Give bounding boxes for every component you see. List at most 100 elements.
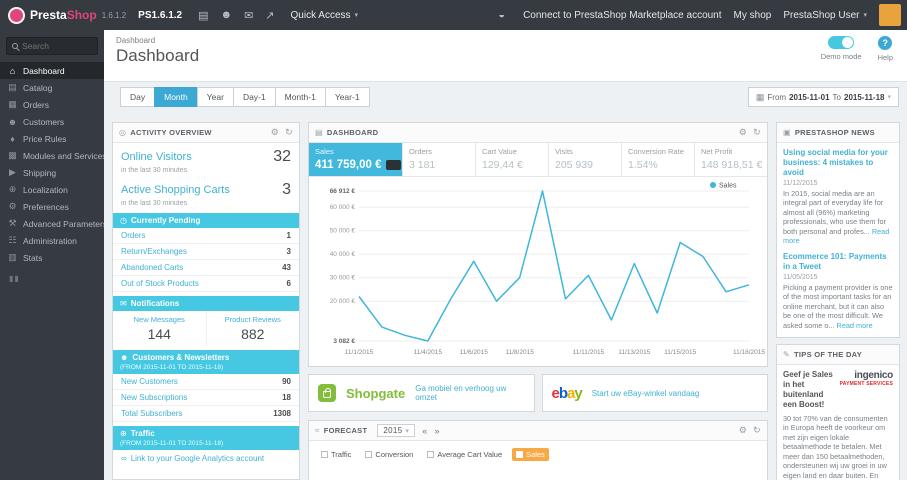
- dashboard-icon: ▤: [315, 128, 323, 137]
- active-carts-link[interactable]: Active Shopping Carts: [121, 184, 230, 196]
- active-carts-stat: Active Shopping Carts 3 in the last 30 m…: [113, 176, 299, 209]
- sidebar-item-stats[interactable]: ▥ Stats: [0, 249, 104, 266]
- range-month-button[interactable]: Month: [154, 87, 198, 107]
- sidebar-item-catalog[interactable]: ▤ Catalog: [0, 79, 104, 96]
- panel-title: ACTIVITY OVERVIEW: [130, 128, 212, 137]
- sidebar-item-administration[interactable]: ☷ Administration: [0, 232, 104, 249]
- find-more-news-link[interactable]: Find more news: [783, 336, 893, 337]
- svg-text:3 082 €: 3 082 €: [333, 338, 355, 345]
- quick-access-menu[interactable]: Quick Access ▾: [291, 10, 359, 21]
- panel-title: TIPS OF THE DAY: [794, 350, 862, 359]
- kpi-orders[interactable]: Orders 3 181: [403, 143, 476, 176]
- sidebar-item-shipping[interactable]: ▶ Shipping: [0, 164, 104, 181]
- user-icon[interactable]: ☻: [221, 9, 233, 21]
- date-range-picker[interactable]: ▦ From 2015-11-01 To 2015-11-18 ▾: [747, 87, 899, 107]
- sidebar-item-customers[interactable]: ☻ Customers: [0, 113, 104, 130]
- sidebar-item-localization[interactable]: ⊕ Localization: [0, 181, 104, 198]
- legend-conversion[interactable]: Conversion: [361, 448, 417, 461]
- product-reviews-link[interactable]: Product Reviews: [209, 315, 298, 324]
- sales-line-chart: 66 912 € 60 000 € 50 000 € 40 000 € 30 000 €…: [330, 182, 765, 356]
- sidebar-item-label: Catalog: [23, 82, 53, 93]
- ebay-ad-card[interactable]: ebay Start uw eBay-winkel vandaag: [541, 374, 768, 412]
- user-menu[interactable]: PrestaShop User ▾: [783, 10, 867, 21]
- panel-title: PRESTASHOP NEWS: [794, 128, 875, 137]
- checkbox-icon: [365, 451, 373, 458]
- shopgate-ad-card[interactable]: Shopgate Ga mobiel en verhoog uw omzet: [308, 374, 535, 412]
- sidebar-menu: ⌂ Dashboard ▤ Catalog ▦ Orders ☻ Customers ♦…: [0, 62, 104, 266]
- prestashop-logo[interactable]: PrestaShop 1.6.1.2: [0, 6, 134, 24]
- kpi-visits[interactable]: Visits 205 939: [549, 143, 622, 176]
- demo-mode-toggle[interactable]: [828, 36, 855, 49]
- sidebar-item-advanced-parameters[interactable]: ⚒ Advanced Parameters: [0, 215, 104, 232]
- google-analytics-link[interactable]: ∞ Link to your Google Analytics account: [113, 450, 299, 467]
- orders-link[interactable]: Orders: [121, 231, 145, 240]
- sidebar-item-orders[interactable]: ▦ Orders: [0, 96, 104, 113]
- search-input[interactable]: [22, 41, 92, 51]
- tips-icon: ✎: [783, 350, 791, 359]
- returns-link[interactable]: Return/Exchanges: [121, 247, 187, 256]
- total-subscribers-link[interactable]: Total Subscribers: [121, 409, 182, 418]
- cart-icon[interactable]: ▤: [198, 9, 208, 22]
- sidebar-item-preferences[interactable]: ⚙ Preferences: [0, 198, 104, 215]
- sidebar-item-label: Advanced Parameters: [23, 218, 104, 229]
- news-article-title[interactable]: Ecommerce 101: Payments in a Tweet: [783, 252, 893, 272]
- legend-sales[interactable]: Sales: [512, 448, 549, 461]
- out-of-stock-link[interactable]: Out of Stock Products: [121, 279, 199, 288]
- tips-of-the-day-panel: ✎ TIPS OF THE DAY Geef je Sales in het b…: [776, 344, 900, 480]
- page-title: Dashboard: [116, 46, 200, 65]
- my-shop-link[interactable]: My shop: [734, 10, 772, 21]
- kpi-conversion-rate[interactable]: Conversion Rate 1.54%: [622, 143, 695, 176]
- user-menu-label: PrestaShop User: [783, 9, 860, 21]
- online-visitors-link[interactable]: Online Visitors: [121, 151, 192, 163]
- to-date: 2015-11-18: [844, 92, 885, 102]
- range-day-1-button[interactable]: Day-1: [232, 87, 276, 107]
- new-customers-link[interactable]: New Customers: [121, 377, 178, 386]
- envelope-icon[interactable]: ✉: [244, 9, 253, 22]
- legend-traffic[interactable]: Traffic: [317, 448, 355, 461]
- range-year-button[interactable]: Year: [196, 87, 234, 107]
- new-messages-link[interactable]: New Messages: [115, 315, 204, 324]
- new-subscriptions-link[interactable]: New Subscriptions: [121, 393, 187, 402]
- read-more-link[interactable]: Read more: [837, 321, 873, 330]
- forecast-next-button[interactable]: »: [435, 426, 440, 436]
- refresh-icon[interactable]: ↻: [753, 127, 761, 138]
- kpi-orders-value: 3 181: [409, 159, 436, 171]
- connect-marketplace-link[interactable]: Connect to PrestaShop Marketplace accoun…: [523, 10, 721, 21]
- rocket-icon[interactable]: ↗: [265, 9, 274, 22]
- sidebar-item-modules[interactable]: ▩ Modules and Services: [0, 147, 104, 164]
- checkbox-icon: [321, 451, 328, 458]
- sidebar-collapse-button[interactable]: ▮▮: [0, 266, 104, 291]
- sidebar-item-price-rules[interactable]: ♦ Price Rules: [0, 130, 104, 147]
- refresh-icon[interactable]: ↻: [285, 127, 293, 138]
- chevron-down-icon: ▾: [887, 94, 891, 101]
- topbar: PrestaShop 1.6.1.2 PS1.6.1.2 ▤ ☻ ✉ ↗ Qui…: [0, 0, 907, 30]
- gear-icon[interactable]: ⚙: [739, 425, 747, 436]
- from-label: From: [767, 92, 787, 102]
- forecast-year-select[interactable]: 2015 ▾: [377, 424, 416, 437]
- chevron-down-icon: ▾: [354, 12, 359, 19]
- sidebar-search[interactable]: [6, 37, 98, 55]
- news-article-date: 11/12/2015: [783, 180, 818, 187]
- range-year-1-button[interactable]: Year-1: [324, 87, 370, 107]
- kpi-cart-value[interactable]: Cart Value 129,44 €: [476, 143, 549, 176]
- kpi-net-profit[interactable]: Net Profit 148 918,51 €: [695, 143, 767, 176]
- range-day-button[interactable]: Day: [120, 87, 156, 107]
- legend-average-cart-value[interactable]: Average Cart Value: [423, 448, 506, 461]
- news-article-title[interactable]: Using social media for your business: 4 …: [783, 148, 893, 178]
- gear-icon[interactable]: ⚙: [271, 127, 279, 138]
- user-avatar[interactable]: [879, 4, 901, 26]
- range-month-1-button[interactable]: Month-1: [274, 87, 326, 107]
- shopgate-ad-link[interactable]: Ga mobiel en verhoog uw omzet: [415, 384, 524, 402]
- chevron-down-icon: ▾: [405, 427, 410, 435]
- forecast-icon: ≈: [315, 426, 320, 435]
- help-icon[interactable]: ?: [878, 36, 893, 50]
- forecast-prev-button[interactable]: «: [422, 426, 427, 436]
- sidebar: ⌂ Dashboard ▤ Catalog ▦ Orders ☻ Customers ♦…: [0, 30, 104, 480]
- breadcrumb[interactable]: Dashboard: [104, 30, 907, 45]
- ebay-ad-link[interactable]: Start uw eBay-winkel vandaag: [592, 389, 700, 398]
- kpi-sales[interactable]: Sales 411 759,00 €: [309, 143, 403, 176]
- sidebar-item-dashboard[interactable]: ⌂ Dashboard: [0, 62, 104, 79]
- refresh-icon[interactable]: ↻: [753, 425, 761, 436]
- gear-icon[interactable]: ⚙: [739, 127, 747, 138]
- abandoned-carts-link[interactable]: Abandoned Carts: [121, 263, 183, 272]
